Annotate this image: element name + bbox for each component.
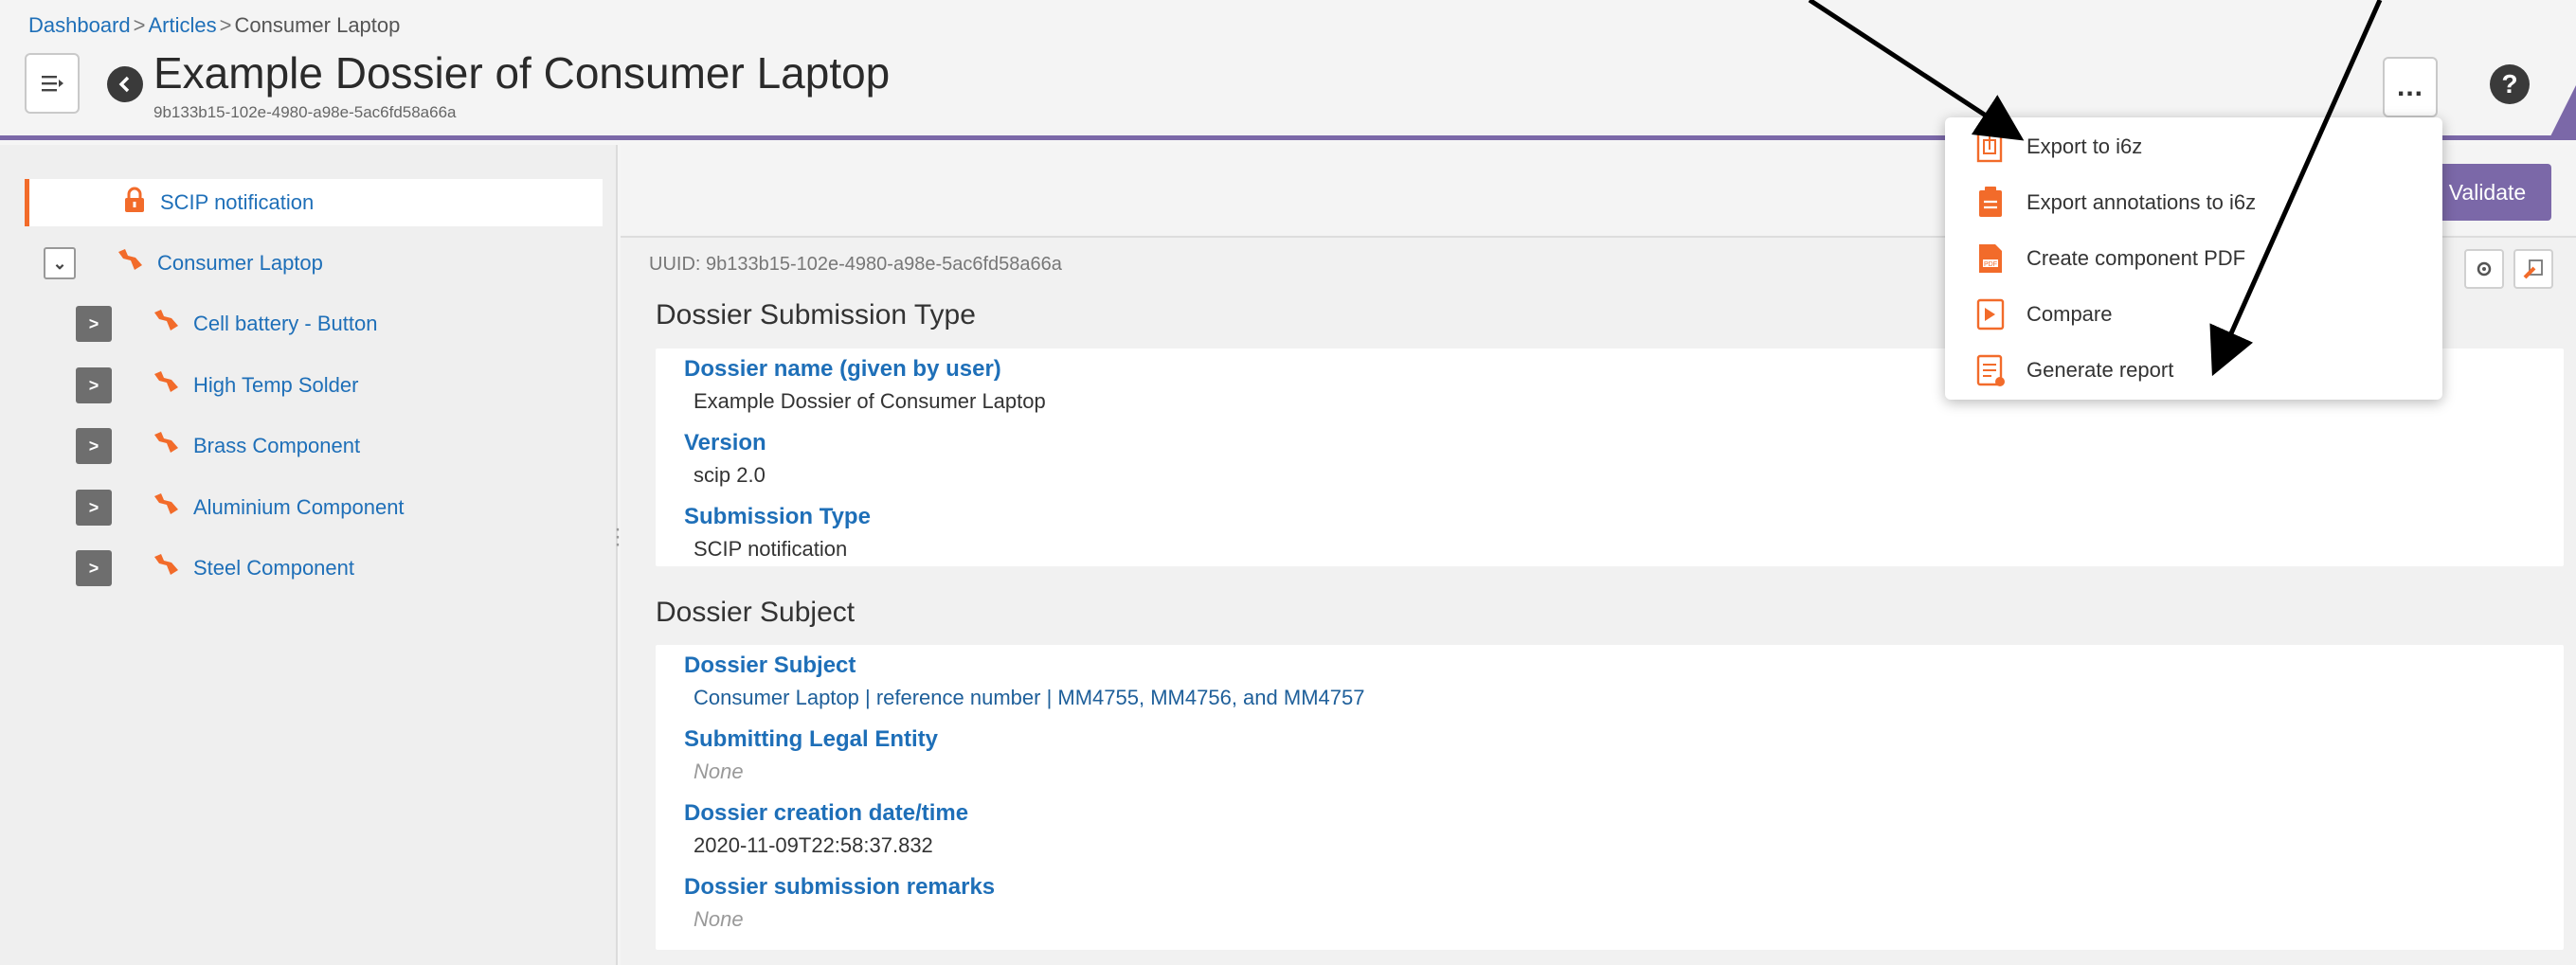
field-value: scip 2.0	[694, 463, 766, 487]
sidebar-toggle-button[interactable]	[25, 53, 80, 114]
field-value: Example Dossier of Consumer Laptop	[694, 389, 1046, 413]
breadcrumb-articles[interactable]: Articles	[149, 13, 217, 37]
field-label: Dossier Subject	[684, 652, 856, 678]
page-uuid: 9b133b15-102e-4980-a98e-5ac6fd58a66a	[153, 103, 457, 121]
field-label: Dossier submission remarks	[684, 874, 996, 900]
menu-item-label: Export to i6z	[2027, 134, 2143, 158]
menu-item-label: Compare	[2027, 302, 2113, 326]
component-icon	[152, 369, 180, 402]
sidebar-item-cell-battery[interactable]: > Cell battery - Button	[76, 300, 377, 348]
component-icon	[152, 430, 180, 462]
field-value: Consumer Laptop | reference number | MM4…	[694, 686, 1365, 709]
chevron-right-icon[interactable]: >	[76, 306, 112, 342]
sidebar-item-label: SCIP notification	[160, 190, 315, 214]
component-icon	[116, 247, 144, 279]
sidebar-item-scip-notification[interactable]: SCIP notification	[25, 179, 603, 226]
page-title: Example Dossier of Consumer Laptop	[153, 48, 891, 98]
sidebar-item-aluminium-component[interactable]: > Aluminium Component	[76, 484, 405, 531]
sidebar-item-label: High Temp Solder	[193, 373, 359, 397]
lock-icon	[122, 187, 147, 219]
chevron-down-icon[interactable]: ⌄	[44, 247, 76, 279]
section-heading: Dossier Subject	[656, 597, 856, 628]
component-icon	[152, 552, 180, 584]
menu-item-create-component-pdf[interactable]: PDF Create component PDF	[1973, 240, 2245, 277]
sidebar-item-label: Cell battery - Button	[193, 312, 378, 335]
field-value: SCIP notification	[694, 537, 848, 561]
breadcrumb-current: Consumer Laptop	[234, 13, 401, 37]
chevron-right-icon[interactable]: >	[76, 490, 112, 526]
menu-item-label: Generate report	[2027, 358, 2174, 382]
field-value: None	[694, 907, 744, 931]
chevron-right-icon[interactable]: >	[76, 428, 112, 464]
field-label: Submitting Legal Entity	[684, 726, 938, 752]
field-label: Version	[684, 430, 766, 456]
chevron-right-icon[interactable]: >	[76, 367, 112, 403]
export-i6z-icon	[1973, 128, 2008, 166]
lock-badge	[2549, 85, 2576, 140]
sidebar-item-brass-component[interactable]: > Brass Component	[76, 422, 360, 470]
settings-icon[interactable]	[2464, 249, 2504, 289]
help-icon[interactable]: ?	[2490, 64, 2530, 104]
sidebar-item-high-temp-solder[interactable]: > High Temp Solder	[76, 362, 358, 409]
section-heading: Dossier Submission Type	[656, 299, 976, 331]
menu-icon	[42, 76, 63, 92]
sidebar-item-consumer-laptop[interactable]: ⌄ Consumer Laptop	[44, 240, 323, 287]
component-icon	[152, 308, 180, 340]
back-icon[interactable]	[107, 66, 143, 102]
sidebar-item-steel-component[interactable]: > Steel Component	[76, 545, 354, 592]
report-icon	[1973, 351, 2008, 389]
validate-button[interactable]: Validate	[2423, 164, 2551, 221]
export-annotations-icon	[1973, 184, 2008, 222]
field-value: None	[694, 759, 744, 783]
dossier-subject-card: Dossier Subject Consumer Laptop | refere…	[656, 645, 2564, 950]
breadcrumb: Dashboard > Articles > Consumer Laptop	[28, 13, 400, 38]
field-label: Dossier name (given by user)	[684, 356, 1001, 382]
menu-item-generate-report[interactable]: Generate report	[1973, 351, 2173, 389]
breadcrumb-separator: >	[219, 13, 232, 37]
edit-icon[interactable]	[2513, 249, 2553, 289]
menu-item-compare[interactable]: Compare	[1973, 295, 2112, 333]
sidebar-item-label: Steel Component	[193, 556, 354, 580]
breadcrumb-dashboard[interactable]: Dashboard	[28, 13, 131, 37]
menu-item-export-i6z[interactable]: Export to i6z	[1973, 128, 2142, 166]
sidebar-tree: SCIP notification ⌄ Consumer Laptop > Ce…	[0, 145, 618, 965]
chevron-right-icon[interactable]: >	[76, 550, 112, 586]
breadcrumb-separator: >	[133, 13, 146, 37]
pdf-icon: PDF	[1973, 240, 2008, 277]
sidebar-item-label: Brass Component	[193, 434, 361, 457]
more-actions-button[interactable]: ...	[2383, 57, 2438, 117]
field-label: Submission Type	[684, 504, 871, 529]
menu-item-label: Export annotations to i6z	[2027, 190, 2257, 214]
svg-text:PDF: PDF	[1984, 261, 1997, 268]
more-actions-menu: Export to i6z Export annotations to i6z …	[1945, 117, 2442, 400]
menu-item-label: Create component PDF	[2027, 246, 2246, 270]
record-uuid: UUID: 9b133b15-102e-4980-a98e-5ac6fd58a6…	[649, 254, 1062, 275]
field-label: Dossier creation date/time	[684, 800, 969, 826]
menu-item-export-annotations[interactable]: Export annotations to i6z	[1973, 184, 2256, 222]
component-icon	[152, 491, 180, 524]
sidebar-item-label: Consumer Laptop	[157, 251, 323, 275]
compare-icon	[1973, 295, 2008, 333]
sidebar-item-label: Aluminium Component	[193, 495, 405, 519]
field-value: 2020-11-09T22:58:37.832	[694, 833, 933, 857]
